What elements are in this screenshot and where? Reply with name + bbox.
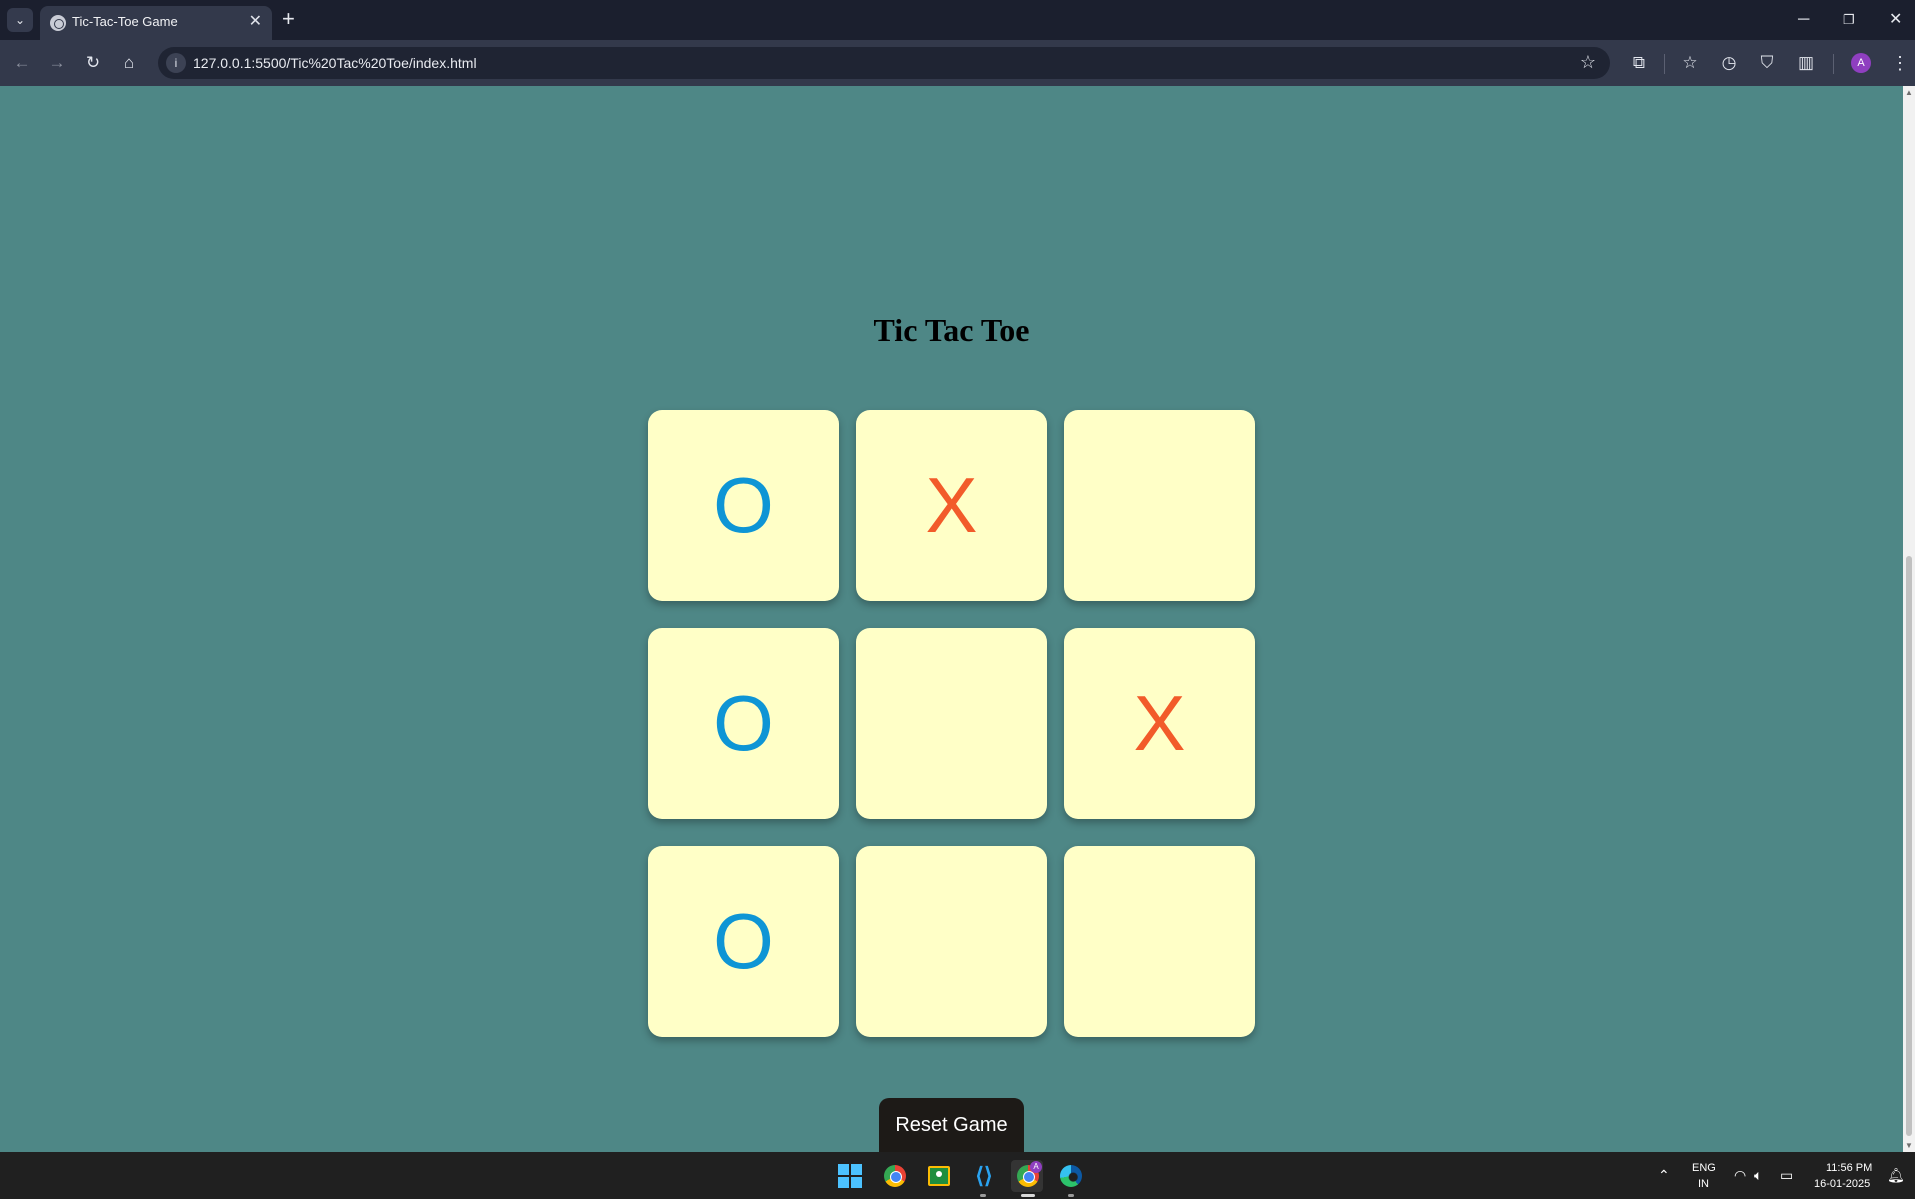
tab-search-button[interactable]: ⌄	[7, 8, 33, 32]
site-info-icon[interactable]: i	[166, 53, 186, 73]
url-text[interactable]: 127.0.0.1:5500/Tic%20Tac%20Toe/index.htm…	[193, 55, 477, 71]
bookmark-star-icon[interactable]: ☆	[1580, 52, 1596, 73]
windows-start-icon[interactable]	[838, 1164, 862, 1188]
globe-icon	[50, 15, 66, 31]
game-board: O X O X O	[648, 410, 1255, 1040]
cell-5[interactable]	[856, 628, 1047, 819]
notification-bell-icon[interactable]: 🔔︎	[1887, 1165, 1905, 1185]
scroll-up-icon[interactable]: ▲	[1905, 88, 1913, 97]
menu-kebab-icon[interactable]: ⋮	[1891, 50, 1909, 76]
volume-icon[interactable]: 🔈︎	[1754, 1165, 1762, 1185]
history-icon[interactable]: ◷	[1716, 50, 1742, 76]
cell-8[interactable]	[856, 846, 1047, 1037]
new-tab-button[interactable]: +	[282, 7, 295, 31]
restore-icon[interactable]: ❐	[1843, 8, 1855, 32]
scroll-thumb[interactable]	[1906, 556, 1912, 1136]
edge-icon[interactable]	[1060, 1165, 1082, 1187]
cell-2[interactable]: X	[856, 410, 1047, 601]
extensions-icon[interactable]: ⧉	[1626, 50, 1652, 76]
cell-6[interactable]: X	[1064, 628, 1255, 819]
cell-4[interactable]: O	[648, 628, 839, 819]
cell-1[interactable]: O	[648, 410, 839, 601]
close-tab-icon[interactable]: ✕	[249, 12, 262, 32]
page-viewport: Tic Tac Toe O X O X O	[0, 86, 1903, 1152]
google-classroom-icon[interactable]	[928, 1166, 950, 1186]
reading-mode-icon[interactable]: ▥	[1793, 50, 1819, 76]
tab-title: Tic-Tac-Toe Game	[72, 14, 178, 29]
tab-strip: ⌄ Tic-Tac-Toe Game ✕ + ─ ❐ ✕	[0, 0, 1915, 40]
region-code[interactable]: IN	[1698, 1178, 1709, 1190]
active-indicator	[1021, 1194, 1035, 1197]
chrome-icon[interactable]	[884, 1165, 906, 1187]
scroll-down-icon[interactable]: ▼	[1905, 1141, 1913, 1150]
active-tab[interactable]: Tic-Tac-Toe Game ✕	[40, 6, 272, 40]
clock-date[interactable]: 16-01-2025	[1814, 1178, 1870, 1190]
game-title: Tic Tac Toe	[873, 312, 1030, 348]
forward-icon[interactable]: →	[44, 50, 70, 76]
chevron-up-icon[interactable]: ⌃	[1658, 1165, 1670, 1185]
wifi-icon[interactable]: ◠	[1734, 1165, 1746, 1185]
home-icon[interactable]: ⌂	[116, 50, 142, 76]
running-indicator	[1068, 1194, 1074, 1197]
cell-7[interactable]: O	[648, 846, 839, 1037]
battery-icon[interactable]: ▭	[1780, 1165, 1793, 1185]
address-bar[interactable]: i 127.0.0.1:5500/Tic%20Tac%20Toe/index.h…	[158, 47, 1610, 79]
toolbar-divider	[1664, 54, 1665, 74]
cell-9[interactable]	[1064, 846, 1255, 1037]
favorites-icon[interactable]: ☆	[1677, 50, 1703, 76]
reload-icon[interactable]: ↻	[80, 50, 106, 76]
vscode-icon[interactable]: ⟨⟩	[972, 1164, 996, 1188]
window-close-icon[interactable]: ✕	[1889, 8, 1902, 32]
browser-toolbar: ← → ↻ ⌂ i 127.0.0.1:5500/Tic%20Tac%20Toe…	[0, 40, 1915, 86]
back-icon[interactable]: ←	[9, 50, 35, 76]
profile-badge: A	[1030, 1161, 1042, 1173]
cell-3[interactable]	[1064, 410, 1255, 601]
reset-game-button[interactable]: Reset Game	[879, 1098, 1024, 1152]
minimize-icon[interactable]: ─	[1798, 8, 1809, 32]
windows-taskbar: ⟨⟩ A ⌃ ENG IN ◠ 🔈︎ ▭ 11:56 PM 16-01-2025…	[0, 1152, 1915, 1199]
page-scrollbar[interactable]: ▲ ▼	[1903, 86, 1915, 1152]
profile-avatar[interactable]: A	[1851, 53, 1871, 73]
running-indicator	[980, 1194, 986, 1197]
incognito-icon[interactable]: ⛉	[1754, 50, 1780, 76]
clock-time[interactable]: 11:56 PM	[1826, 1162, 1872, 1174]
toolbar-divider	[1833, 54, 1834, 74]
language-code[interactable]: ENG	[1692, 1162, 1716, 1174]
